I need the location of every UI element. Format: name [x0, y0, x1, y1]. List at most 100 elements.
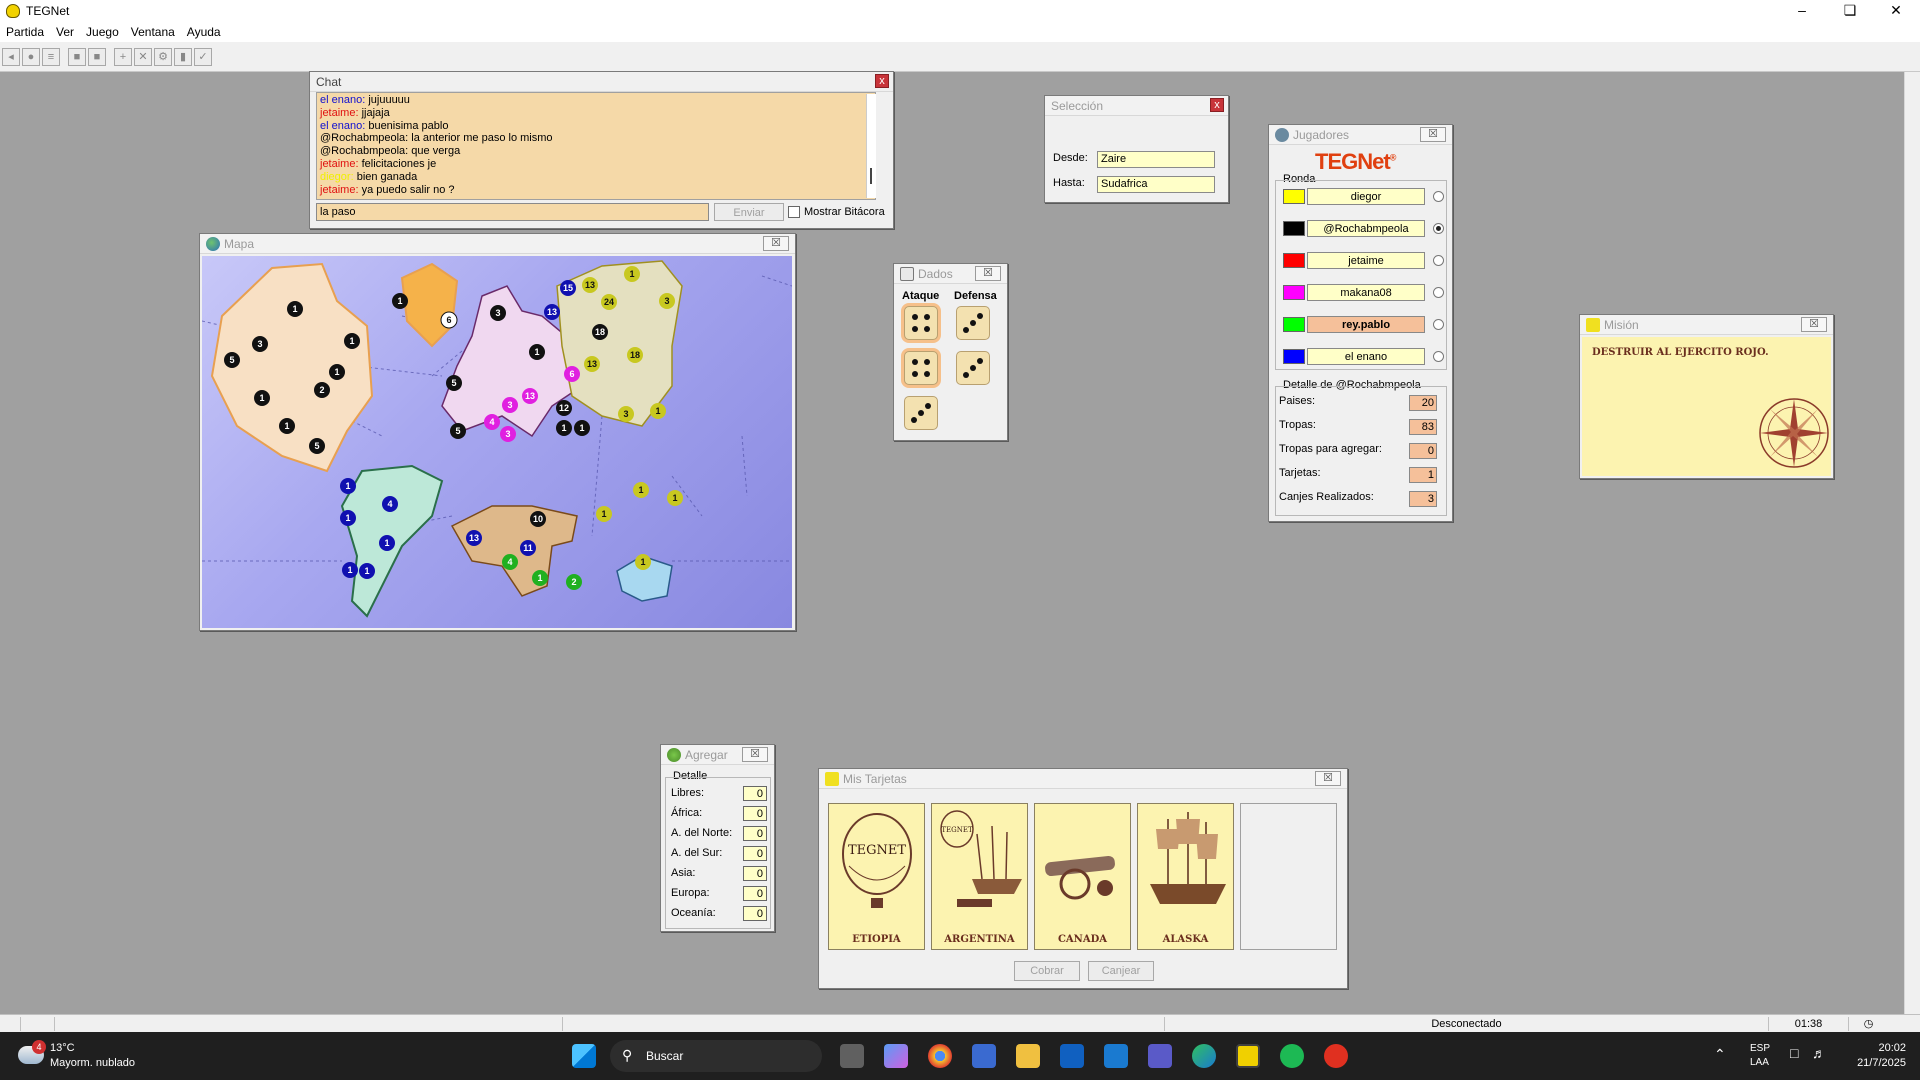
dice-window: Dados ☒ Ataque Defensa: [893, 263, 1008, 441]
add-row-label: África:: [671, 807, 703, 819]
clock-time[interactable]: 20:02: [1862, 1042, 1906, 1054]
menu-ver[interactable]: Ver: [56, 25, 74, 39]
players-close-button[interactable]: ☒: [1420, 127, 1446, 142]
svg-text:5: 5: [451, 378, 456, 388]
add-close-button[interactable]: ☒: [742, 747, 768, 762]
maximize-icon[interactable]: ❏: [1828, 0, 1872, 22]
connect-icon[interactable]: ◂: [2, 47, 20, 66]
stop-icon[interactable]: ■: [88, 47, 106, 66]
greenland-region: [400, 262, 459, 348]
add-row-value: 0: [743, 866, 767, 881]
country-card[interactable]: TEGNET ARGENTINA: [931, 803, 1028, 950]
svg-text:5: 5: [455, 426, 460, 436]
cards-close-button[interactable]: ☒: [1315, 771, 1341, 786]
clock-date[interactable]: 21/7/2025: [1848, 1057, 1906, 1069]
world-map[interactable]: 1315 12115 13155 12 1 1 3 13 4 3 6 15 13 18 1 4 1 1 …: [202, 256, 792, 628]
regroup-icon[interactable]: ⚙: [154, 47, 172, 66]
copilot-icon[interactable]: [884, 1044, 908, 1068]
country-card[interactable]: TEGNET ETIOPIA: [828, 803, 925, 950]
edge-icon[interactable]: [1192, 1044, 1216, 1068]
language-indicator[interactable]: ESP: [1750, 1043, 1770, 1054]
svg-text:3: 3: [623, 409, 628, 419]
player-name: el enano: [1307, 348, 1425, 365]
menu-ventana[interactable]: Ventana: [131, 25, 175, 39]
player-name: makana08: [1307, 284, 1425, 301]
svg-text:1: 1: [364, 566, 369, 576]
keyboard-layout[interactable]: LAA: [1750, 1057, 1769, 1068]
map-close-button[interactable]: ☒: [763, 236, 789, 251]
end-turn-icon[interactable]: ✓: [194, 47, 212, 66]
chat-message: @Rochabmpeola: que verga: [320, 145, 461, 158]
world-map-svg[interactable]: 13 15 12115 13155 121 1313 4361513 181411 …: [202, 256, 792, 628]
teams-icon[interactable]: [1148, 1044, 1172, 1068]
spotify-icon[interactable]: [1280, 1044, 1304, 1068]
volume-icon[interactable]: ♬: [1812, 1045, 1826, 1061]
mission-close-button[interactable]: ☒: [1801, 317, 1827, 332]
detail-paises-label: Paises:: [1279, 395, 1316, 407]
add-icon: [667, 747, 681, 762]
player-row[interactable]: jetaime: [1283, 252, 1444, 270]
todo-icon[interactable]: [1104, 1044, 1128, 1068]
svg-text:13: 13: [469, 533, 479, 543]
file-explorer-icon[interactable]: [1016, 1044, 1040, 1068]
players-icon: [1275, 127, 1289, 142]
vertical-scrollbar[interactable]: [1904, 72, 1920, 1014]
player-row[interactable]: @Rochabmpeola: [1283, 220, 1444, 238]
player-row[interactable]: diegor: [1283, 188, 1444, 206]
svg-text:1: 1: [349, 336, 354, 346]
outlook-icon[interactable]: [1060, 1044, 1084, 1068]
taskbar-search[interactable]: ⚲ Buscar: [610, 1040, 822, 1072]
mission-title: Misión: [1604, 317, 1639, 332]
task-view-icon[interactable]: [840, 1044, 864, 1068]
country-card[interactable]: ALASKA: [1137, 803, 1234, 950]
close-icon[interactable]: ✕: [1874, 0, 1918, 22]
player-row[interactable]: makana08: [1283, 284, 1444, 302]
card-country-name: ARGENTINA: [944, 934, 1015, 945]
attack-icon[interactable]: ✕: [134, 47, 152, 66]
network-icon[interactable]: □: [1790, 1045, 1798, 1061]
card-icon[interactable]: ▮: [174, 47, 192, 66]
show-log-checkbox[interactable]: [788, 206, 800, 218]
chat-close-button[interactable]: x: [875, 74, 889, 88]
chat-message: jetaime: jjajaja: [320, 106, 390, 119]
svg-text:1: 1: [345, 513, 350, 523]
menu-ayuda[interactable]: Ayuda: [187, 25, 221, 39]
tray-chevron-icon[interactable]: ⌃: [1714, 1046, 1726, 1063]
weather-badge: 4: [32, 1040, 46, 1054]
player-turn-radio: [1433, 191, 1444, 202]
ea-app-icon[interactable]: [1324, 1044, 1348, 1068]
store-icon[interactable]: [972, 1044, 996, 1068]
list-icon[interactable]: ≡: [42, 47, 60, 66]
chrome-icon[interactable]: [928, 1044, 952, 1068]
start-icon[interactable]: ■: [68, 47, 86, 66]
cobrar-button[interactable]: Cobrar: [1014, 961, 1080, 981]
cards-window: Mis Tarjetas ☒ TEGNET ETIOPIA TEGNET ARG…: [818, 768, 1348, 989]
tegnet-taskbar-icon[interactable]: [1236, 1044, 1260, 1068]
disconnect-icon[interactable]: ●: [22, 47, 40, 66]
selection-close-button[interactable]: x: [1210, 98, 1224, 112]
minimize-icon[interactable]: –: [1780, 0, 1824, 22]
svg-text:1: 1: [292, 304, 297, 314]
menu-partida[interactable]: Partida: [6, 25, 44, 39]
svg-text:10: 10: [533, 514, 543, 524]
player-color-swatch: [1283, 221, 1305, 236]
selection-titlebar: Selección x: [1045, 96, 1228, 116]
svg-text:1: 1: [561, 423, 566, 433]
svg-text:18: 18: [595, 327, 605, 337]
player-row[interactable]: rey.pablo: [1283, 316, 1444, 334]
canjear-button[interactable]: Canjear: [1088, 961, 1154, 981]
svg-text:15: 15: [563, 283, 573, 293]
country-card[interactable]: CANADA: [1034, 803, 1131, 950]
dice-close-button[interactable]: ☒: [975, 266, 1001, 281]
africa-region: [450, 505, 578, 597]
chat-input[interactable]: la paso: [316, 203, 709, 221]
menu-juego[interactable]: Juego: [86, 25, 119, 39]
svg-text:3: 3: [507, 400, 512, 410]
player-row[interactable]: el enano: [1283, 348, 1444, 366]
chat-scrollbar[interactable]: [866, 94, 876, 198]
add-troops-icon[interactable]: +: [114, 47, 132, 66]
send-button[interactable]: Enviar: [714, 203, 784, 221]
windows-start-icon[interactable]: [572, 1044, 596, 1068]
hasta-field: Sudafrica: [1097, 176, 1215, 193]
svg-text:TEGNET: TEGNET: [941, 826, 973, 834]
